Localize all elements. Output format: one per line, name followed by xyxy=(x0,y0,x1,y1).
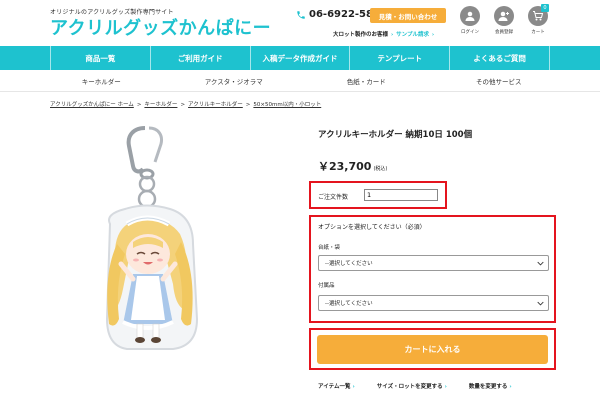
cart-label: カート xyxy=(531,30,545,35)
subnav-keychain[interactable]: キーホルダー xyxy=(35,70,168,91)
change-size-lot-label: サイズ・ロットを変更する xyxy=(376,384,443,390)
login-button[interactable]: ログイン xyxy=(457,6,483,35)
breadcrumb-home[interactable]: アクリルグッズかんぱにー ホーム xyxy=(50,102,134,108)
site-logo[interactable]: アクリルグッズかんぱにー xyxy=(50,14,271,40)
change-quantity-label: 数量を変更する xyxy=(468,384,508,390)
header-sub-links: 大ロット製作のお客様 › サンプル請求 › xyxy=(333,30,435,38)
subnav-acrylic-stand[interactable]: アクスタ・ジオラマ xyxy=(168,70,301,91)
sample-request-link[interactable]: サンプル請求 xyxy=(396,32,429,38)
site-header: オリジナルのアクリルグッズ製作専門サイト アクリルグッズかんぱにー 06-692… xyxy=(0,0,600,46)
options-section: オプションを選択してください（必須） 台紙・袋 --選択してください 付属品 -… xyxy=(309,215,556,323)
nav-products[interactable]: 商品一覧 xyxy=(50,46,151,70)
user-add-icon xyxy=(498,11,509,21)
tax-note: (税込) xyxy=(373,166,388,172)
nav-data-guide[interactable]: 入稿データ作成ガイド xyxy=(251,46,351,70)
phone-icon xyxy=(297,10,305,19)
add-to-cart-button[interactable]: カートに入れる xyxy=(317,335,548,364)
breadcrumb-separator: > xyxy=(136,102,142,108)
chevron-down-icon xyxy=(537,261,544,266)
subnav-shikishi-card[interactable]: 色紙・カード xyxy=(300,70,433,91)
register-button[interactable]: 会員登録 xyxy=(491,6,517,35)
main-nav: 商品一覧 ご利用ガイド 入稿データ作成ガイド テンプレート よくあるご質問 xyxy=(0,46,600,70)
option-accessory-value: --選択してください xyxy=(325,301,373,307)
breadcrumb-separator: > xyxy=(180,102,186,108)
user-icon xyxy=(465,11,475,21)
chevron-right-icon: › xyxy=(431,32,435,38)
bulk-order-link[interactable]: 大ロット製作のお客様 xyxy=(333,32,388,38)
cart-count-badge: 0 xyxy=(541,4,549,12)
register-label: 会員登録 xyxy=(495,30,513,35)
breadcrumb-acrylic-keychain[interactable]: アクリルキーホルダー xyxy=(188,102,243,108)
item-list-label: アイテム一覧 xyxy=(318,384,351,390)
contact-button[interactable]: 見積・お問い合わせ xyxy=(370,8,446,23)
product-image xyxy=(105,126,199,350)
price-value: ￥23,700 xyxy=(318,160,372,173)
nav-faq[interactable]: よくあるご質問 xyxy=(450,46,550,70)
quantity-label: ご注文件数 xyxy=(318,194,349,201)
nav-templates[interactable]: テンプレート xyxy=(350,46,451,70)
cart-section: カートに入れる xyxy=(309,328,556,370)
breadcrumb-separator: > xyxy=(245,102,251,108)
subnav-other-services[interactable]: その他サービス xyxy=(433,70,566,91)
options-title: オプションを選択してください（必須） xyxy=(318,224,426,231)
bottom-links: アイテム一覧 › サイズ・ロットを変更する › 数量を変更する › xyxy=(318,382,534,390)
quantity-input[interactable] xyxy=(364,189,438,201)
option-accessory-select[interactable]: --選択してください xyxy=(318,295,549,311)
cart-link[interactable]: 0 カート xyxy=(525,4,551,35)
chevron-right-icon: › xyxy=(352,384,355,390)
login-label: ログイン xyxy=(461,30,479,35)
item-list-link[interactable]: アイテム一覧 › xyxy=(318,382,355,390)
chevron-right-icon: › xyxy=(509,384,512,390)
chevron-right-icon: › xyxy=(390,32,394,38)
sub-nav: キーホルダー アクスタ・ジオラマ 色紙・カード その他サービス xyxy=(0,70,600,92)
option-mount-value: --選択してください xyxy=(325,261,373,267)
option-mount-label: 台紙・袋 xyxy=(318,245,341,251)
breadcrumb-current[interactable]: 50×50mm以内・小ロット xyxy=(253,102,321,108)
quantity-section: ご注文件数 xyxy=(309,181,447,209)
chevron-right-icon: › xyxy=(444,384,447,390)
breadcrumb-keychain[interactable]: キーホルダー xyxy=(144,102,177,108)
option-mount-select[interactable]: --選択してください xyxy=(318,255,549,271)
product-price: ￥23,700 (税込) xyxy=(318,158,387,174)
change-quantity-link[interactable]: 数量を変更する › xyxy=(469,382,512,390)
option-accessory-label: 付属品 xyxy=(318,283,335,289)
product-title: アクリルキーホルダー 納期10日 100個 xyxy=(318,130,473,140)
change-size-lot-link[interactable]: サイズ・ロットを変更する › xyxy=(377,382,447,390)
chevron-down-icon xyxy=(537,301,544,306)
breadcrumb: アクリルグッズかんぱにー ホーム > キーホルダー > アクリルキーホルダー >50×50… xyxy=(50,100,321,108)
nav-guide[interactable]: ご利用ガイド xyxy=(151,46,251,70)
